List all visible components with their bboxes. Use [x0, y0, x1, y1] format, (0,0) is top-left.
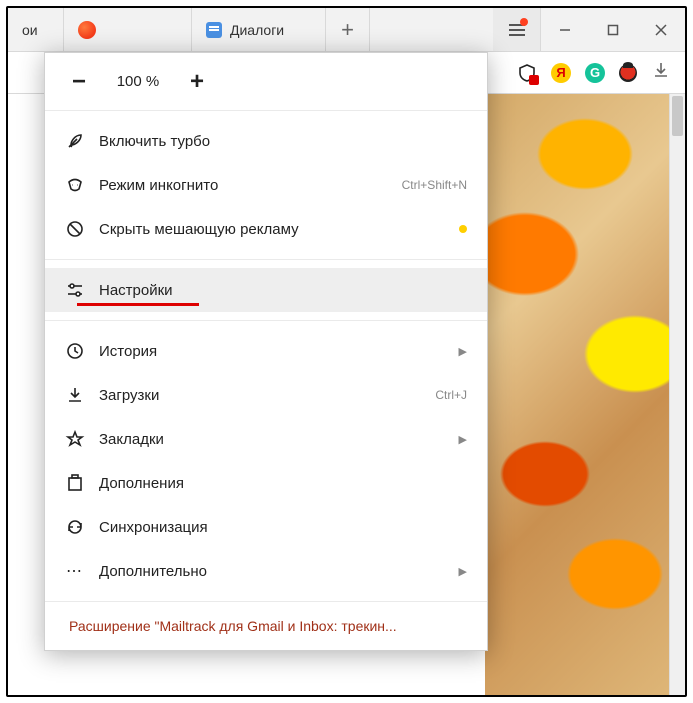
sync-icon	[65, 517, 85, 537]
menu-item-more[interactable]: ⋯ Дополнительно ▶	[45, 549, 487, 593]
window-maximize-button[interactable]	[589, 8, 637, 51]
tab-dialogs-label: Диалоги	[230, 22, 284, 38]
menu-item-incognito[interactable]: Режим инкогнито Ctrl+Shift+N	[45, 163, 487, 207]
chevron-right-icon: ▶	[459, 345, 467, 358]
menu-history-label: История	[99, 343, 445, 360]
menu-item-sync[interactable]: Синхронизация	[45, 505, 487, 549]
menu-addons-label: Дополнения	[99, 475, 467, 492]
zoom-value: 100 %	[93, 73, 183, 90]
menu-bookmarks-label: Закладки	[99, 431, 445, 448]
tab-truncated[interactable]: ои	[8, 8, 64, 51]
tab-dialogs[interactable]: Диалоги	[192, 8, 326, 51]
extension-notice[interactable]: Расширение "Mailtrack для Gmail и Inbox:…	[45, 602, 487, 650]
menu-item-turbo[interactable]: Включить турбо	[45, 119, 487, 163]
star-icon	[65, 429, 85, 449]
indicator-dot	[459, 225, 467, 233]
addons-icon	[65, 473, 85, 493]
menu-downloads-label: Загрузки	[99, 387, 421, 404]
menu-item-history[interactable]: История ▶	[45, 329, 487, 373]
download-icon	[65, 385, 85, 405]
more-icon: ⋯	[65, 561, 85, 581]
titlebar: ои Диалоги +	[8, 8, 685, 52]
tab-fragment-label: ои	[22, 22, 38, 38]
menu-item-bookmarks[interactable]: Закладки ▶	[45, 417, 487, 461]
zoom-in-button[interactable]: +	[183, 68, 211, 96]
menu-sync-label: Синхронизация	[99, 519, 467, 536]
menu-downloads-shortcut: Ctrl+J	[435, 388, 467, 402]
window-close-button[interactable]	[637, 8, 685, 51]
menu-turbo-label: Включить турбо	[99, 133, 467, 150]
menu-item-addons[interactable]: Дополнения	[45, 461, 487, 505]
chevron-right-icon: ▶	[459, 433, 467, 446]
main-menu-dropdown: − 100 % + Включить турбо Режим инкогнито…	[44, 52, 488, 651]
menu-incognito-label: Режим инкогнито	[99, 177, 388, 194]
yandex-icon[interactable]: Я	[551, 63, 571, 83]
menu-hide-ads-label: Скрыть мешающую рекламу	[99, 221, 445, 238]
zoom-controls: − 100 % +	[45, 53, 487, 111]
main-menu-button[interactable]	[493, 8, 541, 51]
menu-incognito-shortcut: Ctrl+Shift+N	[402, 178, 467, 192]
grammarly-icon[interactable]: G	[585, 63, 605, 83]
menu-more-label: Дополнительно	[99, 563, 445, 580]
tab-favicon-orange	[78, 21, 96, 39]
protect-icon[interactable]	[517, 63, 537, 83]
history-icon	[65, 341, 85, 361]
page-background	[485, 94, 685, 695]
chat-icon	[206, 22, 222, 38]
downloads-toolbar-icon[interactable]	[651, 60, 671, 85]
menu-item-settings[interactable]: Настройки	[45, 268, 487, 312]
new-tab-button[interactable]: +	[326, 8, 370, 51]
ladybug-icon[interactable]	[619, 64, 637, 82]
notification-dot	[520, 18, 528, 26]
menu-item-hide-ads[interactable]: Скрыть мешающую рекламу	[45, 207, 487, 251]
settings-icon	[65, 280, 85, 300]
rocket-icon	[65, 131, 85, 151]
tab-active-orange[interactable]	[64, 8, 192, 51]
block-icon	[65, 219, 85, 239]
menu-item-downloads[interactable]: Загрузки Ctrl+J	[45, 373, 487, 417]
menu-settings-label: Настройки	[99, 282, 467, 299]
vertical-scrollbar[interactable]	[669, 94, 685, 695]
window-minimize-button[interactable]	[541, 8, 589, 51]
chevron-right-icon: ▶	[459, 565, 467, 578]
zoom-out-button[interactable]: −	[65, 68, 93, 96]
incognito-icon	[65, 175, 85, 195]
